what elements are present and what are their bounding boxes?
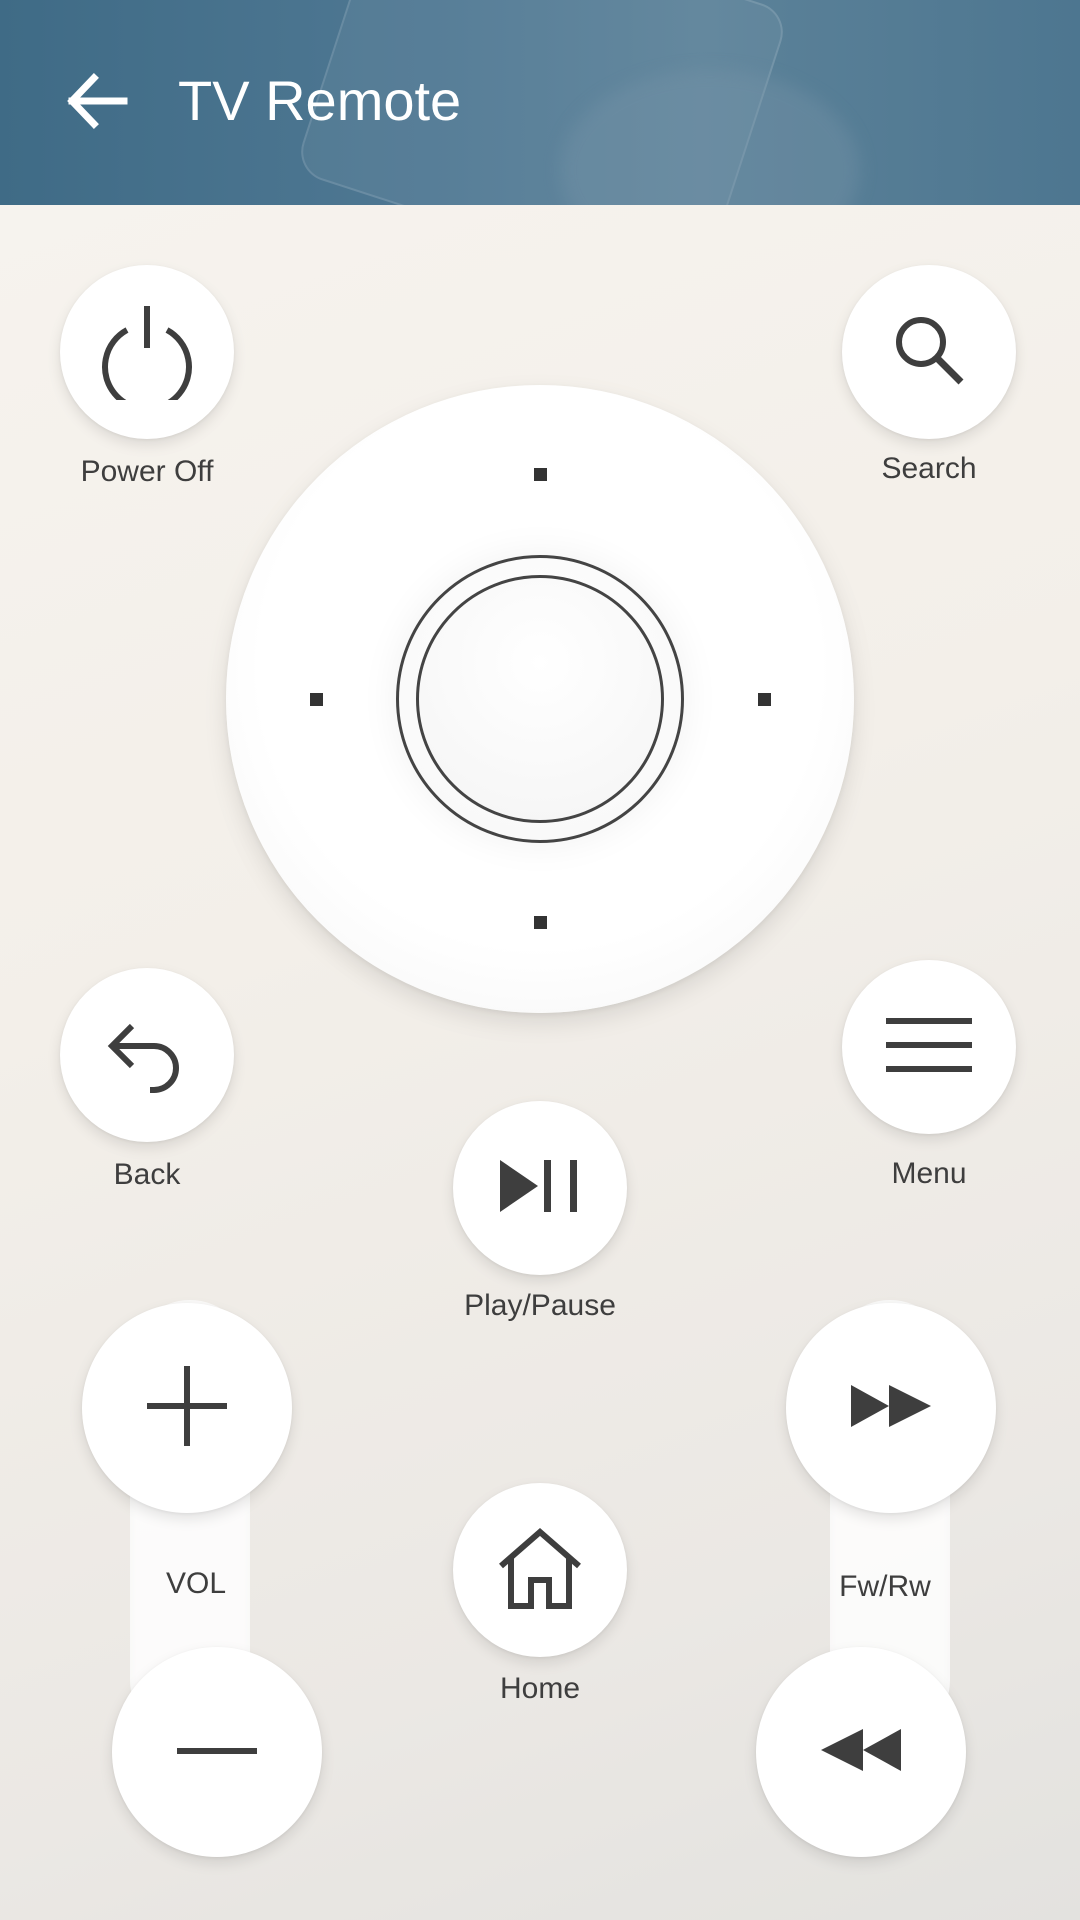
power-off-label: Power Off [80,455,214,488]
arrow-left-icon[interactable] [62,66,132,136]
rewind-icon [819,1725,903,1780]
play-pause-button[interactable] [453,1101,627,1275]
rewind-button[interactable] [756,1647,966,1857]
fw-rw-label: Fw/Rw [839,1570,931,1603]
power-off-button[interactable] [60,265,234,439]
app-bar: TV Remote [0,0,1080,205]
dpad-right-button[interactable] [758,693,771,706]
volume-down-button[interactable] [112,1647,322,1857]
menu-label: Menu [891,1157,967,1190]
back-reply-icon [102,1008,192,1103]
plus-icon [145,1364,229,1453]
search-label: Search [881,452,977,485]
search-icon [889,310,969,395]
volume-label: VOL [165,1567,227,1600]
menu-icon [884,1010,974,1085]
play-pause-label: Play/Pause [464,1289,616,1322]
home-label: Home [499,1672,581,1705]
minus-icon [175,1743,259,1761]
volume-up-button[interactable] [82,1303,292,1513]
fast-forward-icon [849,1381,933,1436]
page-title: TV Remote [178,69,462,132]
home-icon [495,1526,585,1615]
dpad-ok-button[interactable] [396,555,684,843]
back-label: Back [113,1158,181,1191]
dpad-up-button[interactable] [534,468,547,481]
dpad-down-button[interactable] [534,916,547,929]
dpad-left-button[interactable] [310,693,323,706]
fast-forward-button[interactable] [786,1303,996,1513]
menu-button[interactable] [842,960,1016,1134]
play-pause-icon [498,1156,582,1221]
back-button[interactable] [60,968,234,1142]
search-button[interactable] [842,265,1016,439]
dpad-ok-inner-ring [416,575,664,823]
home-button[interactable] [453,1483,627,1657]
power-icon [97,300,197,412]
